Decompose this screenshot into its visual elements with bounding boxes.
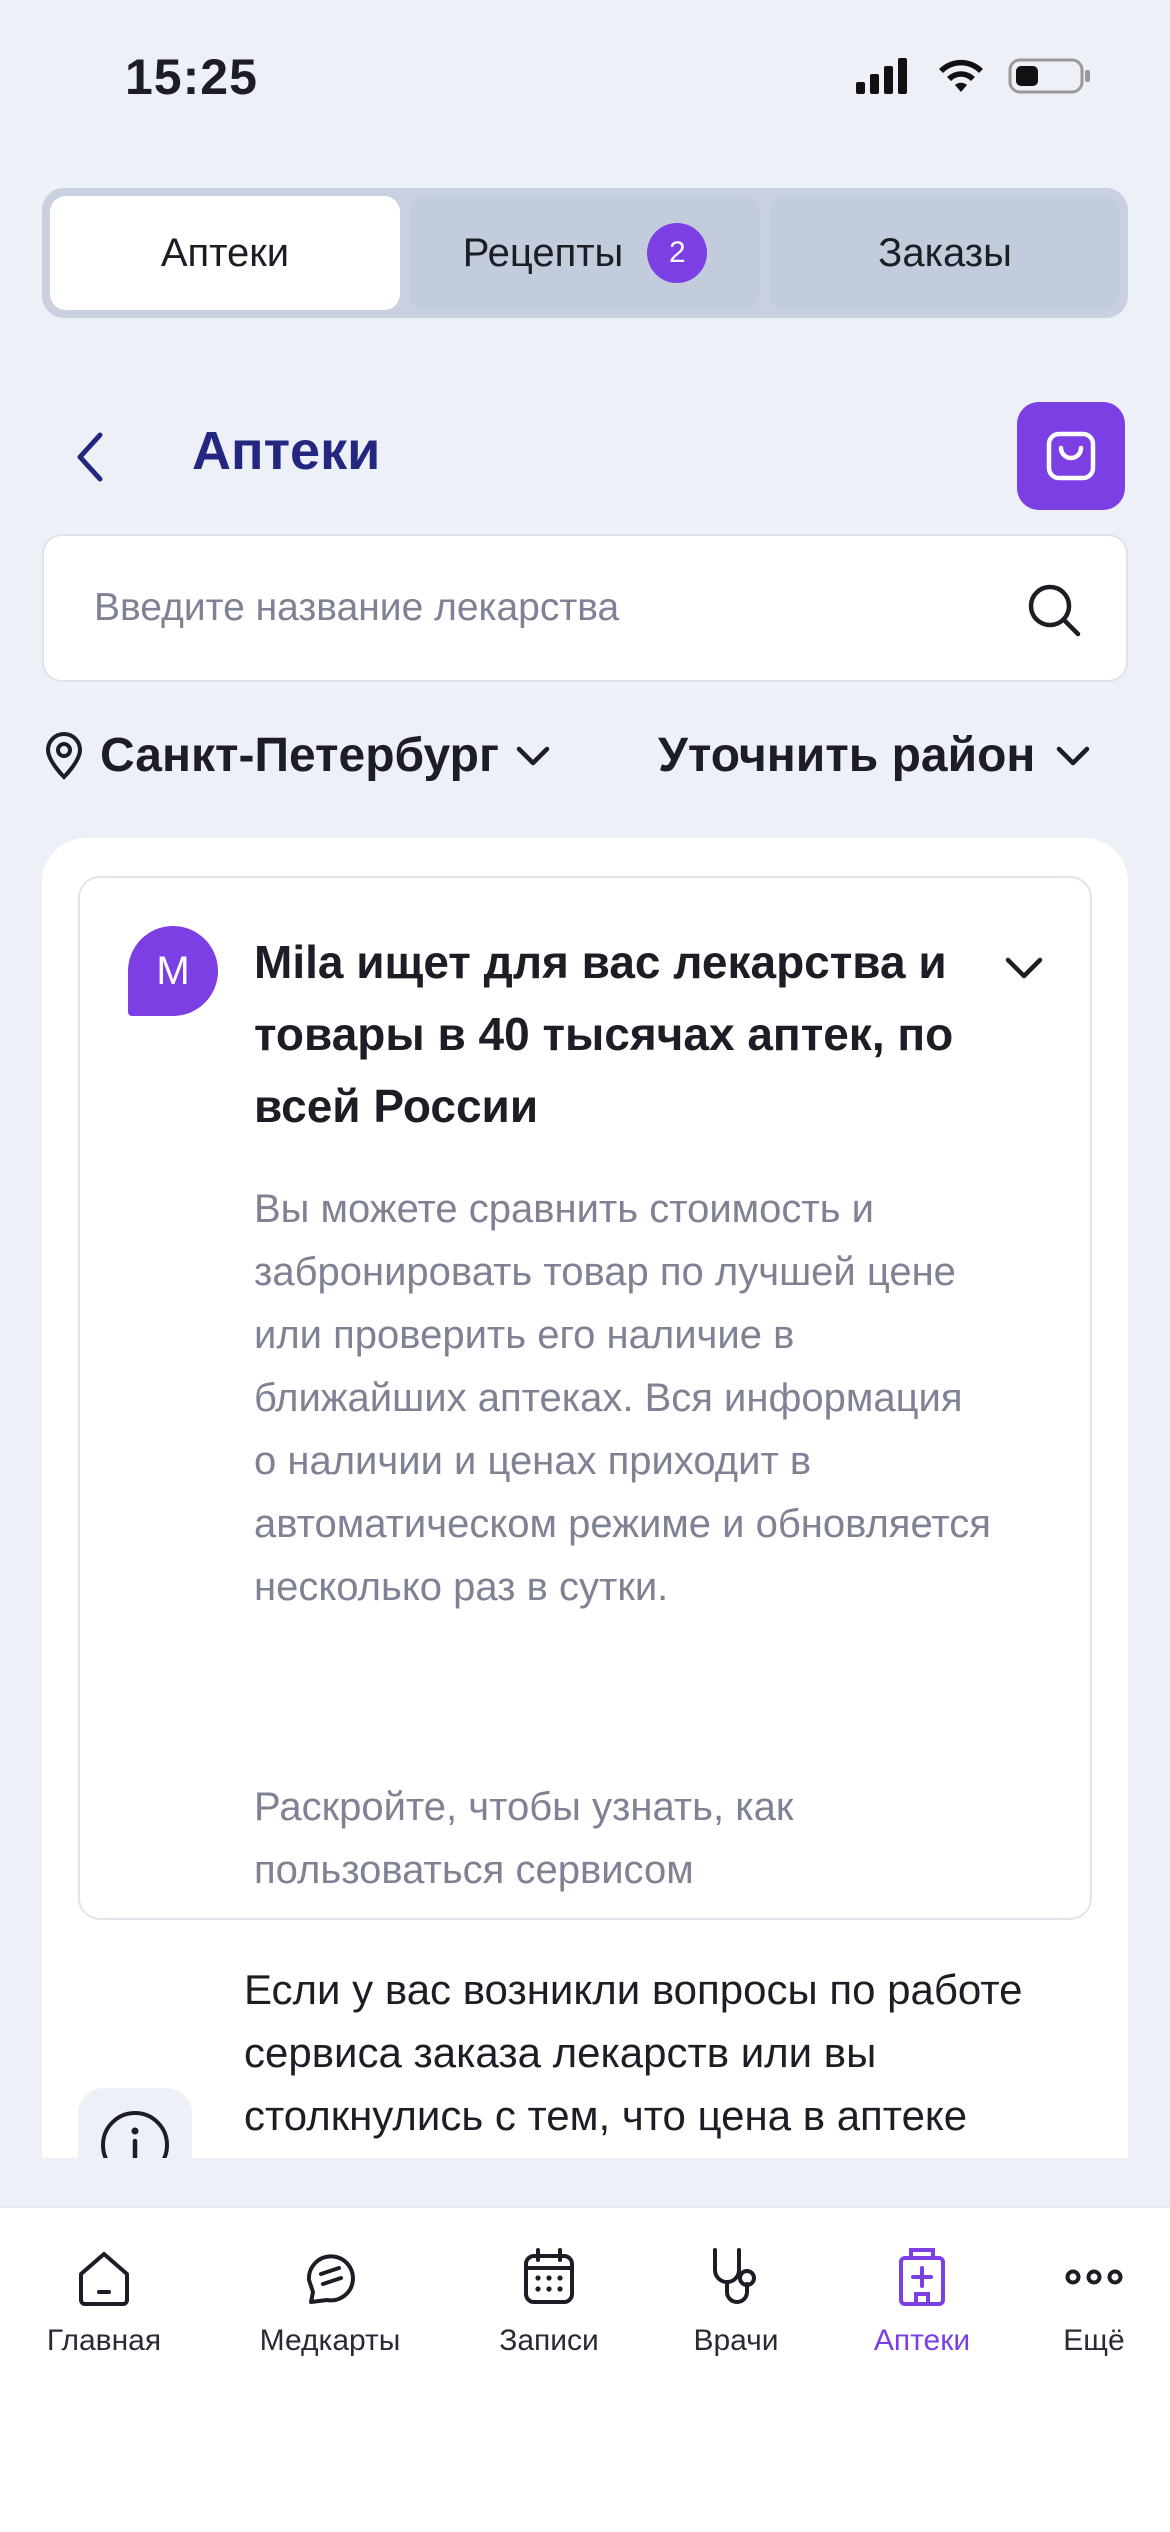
info-card[interactable]: M Mila ищет для вас лекарства и товары в… xyxy=(78,876,1092,1920)
location-row: Санкт-Петербург Уточнить район xyxy=(42,728,1128,798)
shopping-bag-icon xyxy=(1046,431,1096,481)
tab-prescriptions[interactable]: Рецепты 2 xyxy=(410,196,760,310)
tabbar-item-doctors[interactable]: Врачи xyxy=(684,2244,788,2384)
back-button[interactable] xyxy=(60,422,120,492)
district-label: Уточнить район xyxy=(658,729,1036,782)
bottom-tab-bar: Главная Медкарты Записи Врачи Аптеки Ещё xyxy=(0,2206,1170,2532)
tab-pharmacies-label: Аптеки xyxy=(160,230,290,275)
tabbar-label-medcards: Медкарты xyxy=(259,2324,401,2357)
status-time: 15:25 xyxy=(125,49,258,105)
status-icons xyxy=(854,56,1092,96)
info-card-hint: Раскройте, чтобы узнать, как пользоватьс… xyxy=(254,1785,794,1892)
stethoscope-icon xyxy=(713,2248,756,2304)
tabbar-label-home: Главная xyxy=(46,2324,162,2357)
page-title: Аптеки xyxy=(192,421,381,481)
mila-avatar: M xyxy=(128,926,218,1016)
expand-chevron-icon[interactable] xyxy=(1000,944,1048,992)
chevron-down-icon xyxy=(516,746,550,765)
pharmacy-icon xyxy=(899,2248,945,2306)
tab-orders[interactable]: Заказы xyxy=(770,196,1120,310)
search-icon[interactable] xyxy=(1024,580,1084,640)
info-card-title: Mila ищет для вас лекарства и товары в 4… xyxy=(254,936,954,1132)
content-panel: M Mila ищет для вас лекарства и товары в… xyxy=(42,838,1128,2158)
signal-icon xyxy=(856,58,907,94)
cart-button[interactable] xyxy=(1017,402,1125,510)
city-selector[interactable]: Санкт-Петербург xyxy=(42,728,553,783)
prescriptions-count-badge: 2 xyxy=(647,223,708,283)
tab-orders-label: Заказы xyxy=(878,230,1012,275)
help-icon-box xyxy=(78,2088,192,2158)
search-input[interactable] xyxy=(94,536,994,680)
tab-pharmacies[interactable]: Аптеки xyxy=(50,196,400,310)
page-header: Аптеки xyxy=(0,400,1170,510)
tabbar-label-pharmacies: Аптеки xyxy=(873,2324,971,2357)
search-box xyxy=(42,534,1128,682)
wifi-icon xyxy=(939,59,983,92)
tabbar-label-appointments: Записи xyxy=(499,2324,599,2357)
tabbar-item-pharmacies[interactable]: Аптеки xyxy=(862,2244,982,2384)
medcard-icon xyxy=(306,2254,355,2304)
battery-icon xyxy=(1008,58,1090,94)
tabbar-item-home[interactable]: Главная xyxy=(42,2244,166,2384)
tab-prescriptions-label: Рецепты xyxy=(462,230,624,275)
info-icon xyxy=(101,2111,169,2158)
status-bar: 15:25 xyxy=(0,0,1170,150)
tabbar-item-more[interactable]: Ещё xyxy=(1054,2244,1134,2384)
tabbar-item-appointments[interactable]: Записи xyxy=(490,2244,608,2384)
tabbar-item-medcards[interactable]: Медкарты xyxy=(250,2244,410,2384)
info-card-text: Вы можете сравнить стоимость и заброниро… xyxy=(254,1187,991,1609)
calendar-icon xyxy=(524,2248,574,2304)
help-block: Если у вас возникли вопросы по работе се… xyxy=(78,1958,1092,2158)
location-pin-icon xyxy=(45,731,83,780)
city-label: Санкт-Петербург xyxy=(100,729,499,782)
more-icon xyxy=(1065,2269,1123,2285)
tabbar-label-more: Ещё xyxy=(1063,2324,1125,2357)
segmented-control: Аптеки Рецепты 2 Заказы xyxy=(42,188,1128,318)
district-selector[interactable]: Уточнить район xyxy=(658,728,1093,783)
chevron-left-icon xyxy=(77,432,103,482)
tabbar-label-doctors: Врачи xyxy=(693,2324,779,2357)
home-icon xyxy=(79,2252,129,2306)
help-text: Если у вас возникли вопросы по работе се… xyxy=(244,1966,1023,2139)
chevron-down-icon xyxy=(1057,746,1090,765)
